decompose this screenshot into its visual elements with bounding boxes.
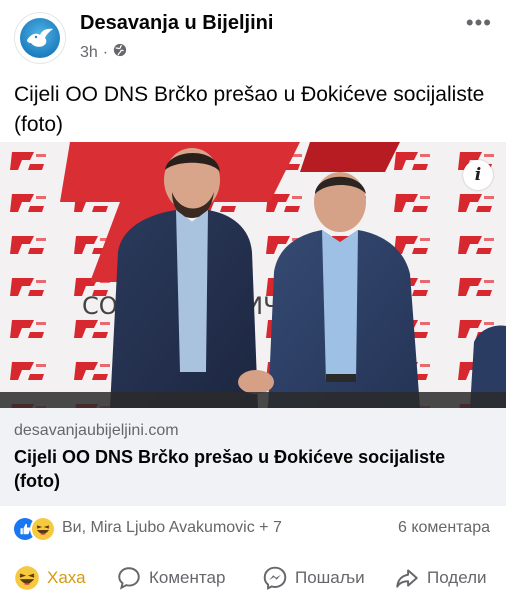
comment-count[interactable]: 6 коментара [398, 519, 490, 537]
action-bar: Хаха Коментар Пошаљи Подели [0, 556, 506, 600]
post-header: Desavanja u Bijeljini 3h · ••• [0, 0, 506, 72]
react-button[interactable]: Хаха [14, 564, 86, 592]
post-meta: 3h · [80, 43, 127, 62]
send-button[interactable]: Пошаљи [262, 564, 365, 592]
page-name[interactable]: Desavanja u Bijeljini [80, 12, 273, 35]
haha-emoji-icon [15, 566, 39, 590]
reactions-summary: Ви, Mira Ljubo Avakumovic + 7 6 коментар… [0, 514, 506, 544]
comment-icon [118, 567, 140, 590]
reaction-names[interactable]: Ви, Mira Ljubo Avakumovic + 7 [62, 519, 282, 537]
share-button[interactable]: Подели [394, 564, 487, 592]
share-arrow-icon [396, 569, 418, 588]
send-label: Пошаљи [295, 568, 365, 587]
dove-logo-icon [20, 18, 60, 58]
share-label: Подели [427, 568, 487, 587]
more-options-icon[interactable]: ••• [466, 12, 492, 34]
post-text: Cijeli OO DNS Brčko prešao u Đokićeve so… [14, 83, 485, 136]
globe-icon [113, 43, 127, 62]
post-time[interactable]: 3h [80, 44, 98, 62]
post-photo[interactable]: СОЦИЈАЛИСТИЧ i [0, 142, 506, 408]
page-avatar[interactable] [14, 12, 66, 64]
comment-button[interactable]: Коментар [116, 564, 225, 592]
react-label: Хаха [47, 568, 86, 587]
haha-reaction-icon [32, 518, 54, 540]
messenger-icon [263, 566, 287, 590]
link-title: Cijeli OO DNS Brčko prešao u Đokićeve so… [14, 447, 446, 491]
photo-illustration: СОЦИЈАЛИСТИЧ [0, 142, 506, 408]
comment-label: Коментар [149, 568, 226, 587]
link-domain: desavanjaubijeljini.com [14, 422, 179, 439]
link-preview[interactable]: desavanjaubijeljini.com Cijeli OO DNS Br… [0, 408, 506, 506]
info-icon[interactable]: i [463, 160, 493, 190]
meta-separator: · [102, 43, 109, 61]
reaction-icons[interactable] [14, 518, 58, 540]
